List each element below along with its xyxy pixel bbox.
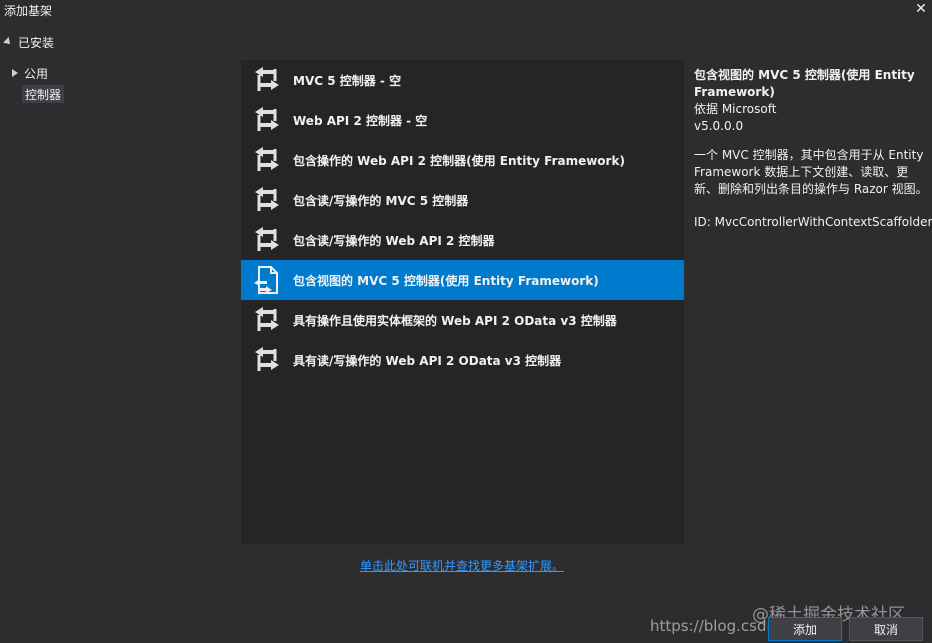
list-item-label: 包含操作的 Web API 2 控制器(使用 Entity Framework) — [293, 153, 625, 168]
tree-item-public[interactable]: 公用 — [12, 64, 48, 82]
controller-icon — [255, 107, 279, 131]
tree-item-controller-label: 控制器 — [25, 87, 62, 102]
detail-panel: 包含视图的 MVC 5 控制器(使用 Entity Framework) 依据 … — [694, 67, 932, 231]
detail-author: 依据 Microsoft — [694, 102, 777, 116]
list-item-label: 包含读/写操作的 MVC 5 控制器 — [293, 193, 469, 208]
list-item[interactable]: 包含读/写操作的 Web API 2 控制器 — [241, 220, 684, 260]
list-item-label: MVC 5 控制器 - 空 — [293, 73, 402, 88]
tree-item-controller[interactable]: 控制器 — [22, 85, 65, 103]
window-title: 添加基架 — [4, 4, 53, 18]
list-item-label: 具有读/写操作的 Web API 2 OData v3 控制器 — [293, 353, 562, 368]
cancel-button[interactable]: 取消 — [849, 617, 923, 641]
controller-icon — [255, 307, 279, 331]
list-item[interactable]: 具有操作且使用实体框架的 Web API 2 OData v3 控制器 — [241, 300, 684, 340]
title-bar: 添加基架 ✕ — [0, 0, 932, 20]
detail-title: 包含视图的 MVC 5 控制器(使用 Entity Framework) — [694, 68, 915, 99]
list-item-selected[interactable]: 包含视图的 MVC 5 控制器(使用 Entity Framework) — [241, 260, 684, 300]
controller-icon — [255, 347, 279, 371]
controller-icon — [255, 187, 279, 211]
expanded-arrow-icon — [3, 37, 13, 47]
controller-icon — [255, 147, 279, 171]
tree-installed-label: 已安装 — [18, 35, 55, 50]
list-item-label: 包含视图的 MVC 5 控制器(使用 Entity Framework) — [293, 273, 599, 288]
detail-version: v5.0.0.0 — [694, 119, 744, 133]
add-button[interactable]: 添加 — [768, 617, 842, 641]
detail-description: 一个 MVC 控制器，其中包含用于从 Entity Framework 数据上下… — [694, 148, 928, 196]
scaffold-list: MVC 5 控制器 - 空 Web API 2 控制器 - 空 包含操作的 We… — [241, 60, 684, 544]
tree-item-public-label: 公用 — [24, 66, 49, 81]
list-item-label: 包含读/写操作的 Web API 2 控制器 — [293, 233, 495, 248]
list-item[interactable]: 包含读/写操作的 MVC 5 控制器 — [241, 180, 684, 220]
list-item[interactable]: Web API 2 控制器 - 空 — [241, 100, 684, 140]
list-item-label: Web API 2 控制器 - 空 — [293, 113, 428, 128]
detail-id: ID: MvcControllerWithContextScaffolder — [694, 215, 932, 229]
controller-with-view-icon — [254, 266, 278, 294]
close-icon[interactable]: ✕ — [912, 0, 930, 18]
list-item-label: 具有操作且使用实体框架的 Web API 2 OData v3 控制器 — [293, 313, 617, 328]
list-item[interactable]: 具有读/写操作的 Web API 2 OData v3 控制器 — [241, 340, 684, 380]
collapsed-arrow-icon — [12, 69, 18, 77]
controller-icon — [255, 227, 279, 251]
list-item[interactable]: MVC 5 控制器 - 空 — [241, 60, 684, 100]
list-item[interactable]: 包含操作的 Web API 2 控制器(使用 Entity Framework) — [241, 140, 684, 180]
controller-icon — [255, 67, 279, 91]
tree-installed-header[interactable]: 已安装 — [3, 33, 55, 51]
online-extensions-link[interactable]: 单击此处可联机并查找更多基架扩展。 — [360, 557, 564, 574]
